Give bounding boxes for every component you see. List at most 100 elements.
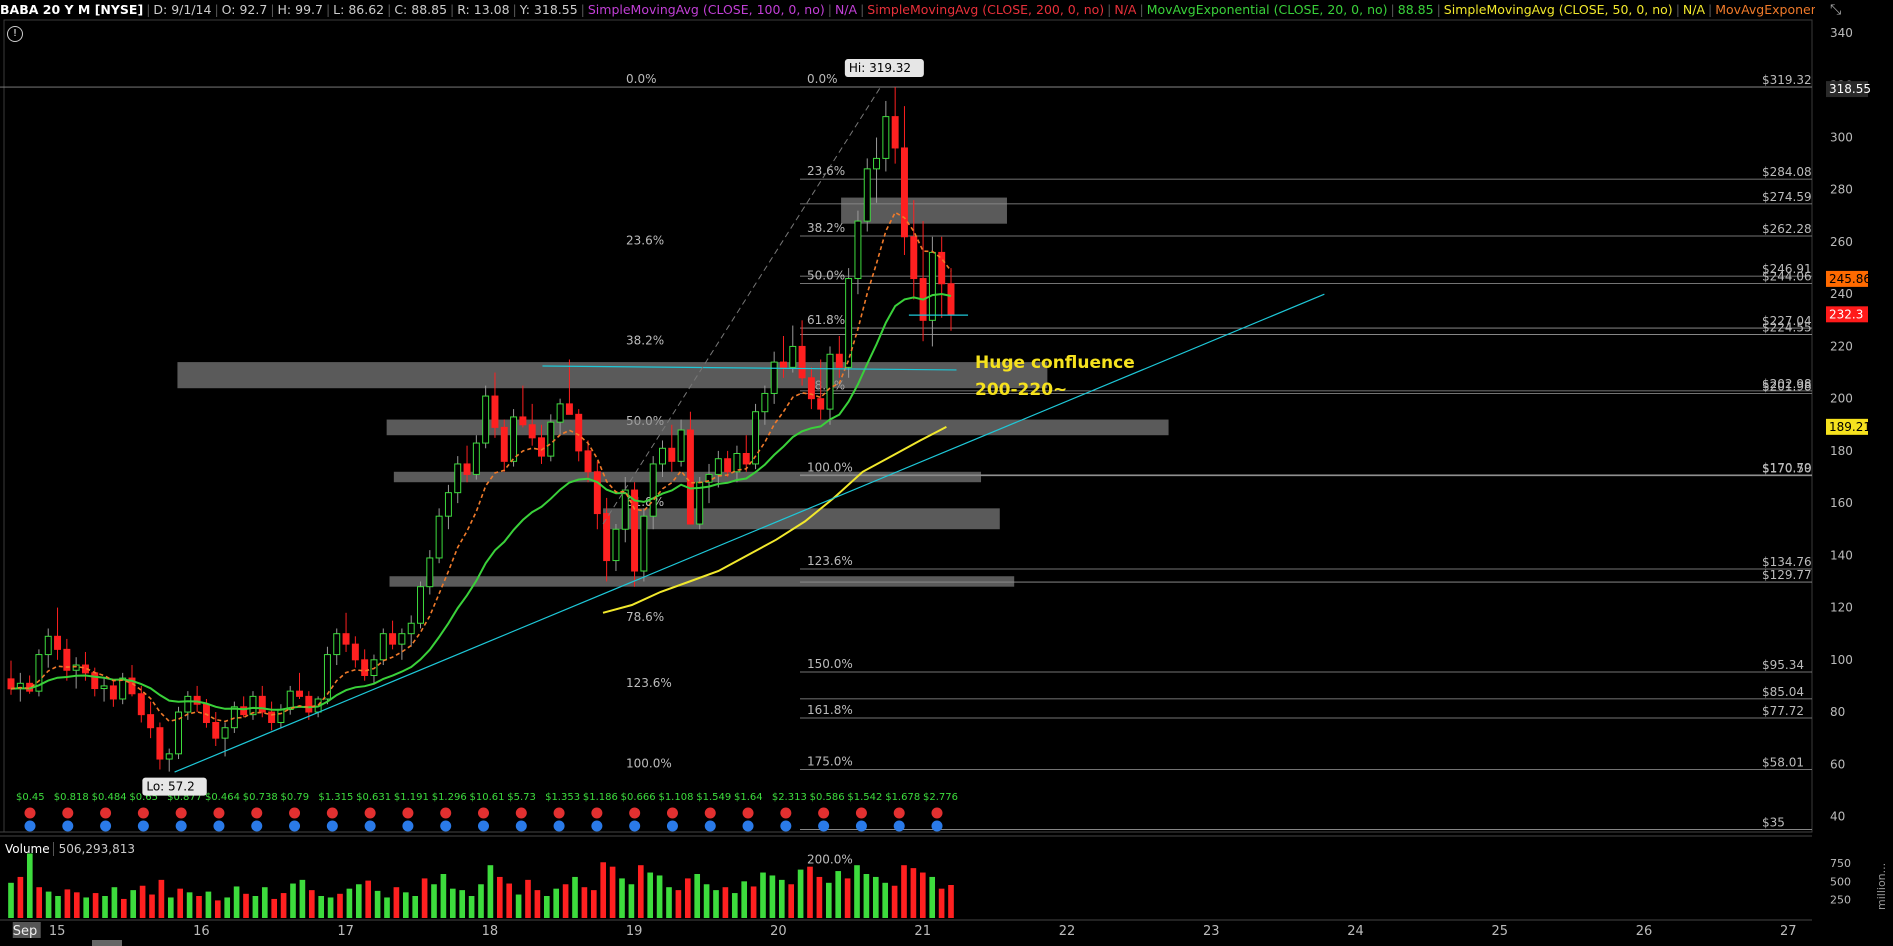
earnings-value: $0.464 (205, 792, 240, 803)
fib-mid-label: 200.0% (807, 852, 853, 866)
volume-bar (750, 886, 757, 918)
earnings-marker-icon (137, 807, 149, 819)
earnings-value: $0.79 (281, 792, 310, 803)
earnings-value: $10.61 (470, 792, 505, 803)
earnings-marker-icon (515, 807, 527, 819)
volume-value: 506,293,813 (52, 842, 135, 856)
candle-up (873, 157, 881, 170)
volume-bar (637, 865, 644, 918)
earnings-marker-icon (62, 807, 74, 819)
volume-bar (271, 898, 278, 918)
volume-label: Volume 506,293,813 (5, 842, 135, 856)
symbol-label[interactable]: BABA 20 Y M [NYSE] (0, 2, 143, 17)
volume-bar (365, 880, 372, 918)
study-label[interactable]: SimpleMovingAvg (CLOSE, 100, 0, no) (588, 2, 825, 17)
y-axis-tick: 160 (1830, 496, 1853, 510)
volume-bar (478, 884, 484, 918)
support-zone (177, 362, 1048, 389)
candle-down (631, 489, 639, 572)
volume-bar (459, 890, 466, 918)
dividend-marker-icon (591, 820, 603, 832)
volume-bar (73, 892, 80, 918)
study-label[interactable]: SimpleMovingAvg (CLOSE, 200, 0, no) (867, 2, 1104, 17)
x-axis-tick: 15 (49, 924, 66, 939)
annotation-line2: 200-220~ (975, 380, 1067, 400)
y-axis-tick: 120 (1830, 601, 1853, 615)
volume-bar (713, 890, 719, 918)
earnings-value: $1.186 (583, 792, 618, 803)
volume-bar (835, 871, 842, 918)
candle-up (165, 753, 173, 760)
volume-bar (261, 887, 268, 918)
volume-bar (149, 894, 155, 918)
volume-bar (64, 889, 71, 918)
earnings-marker-icon (931, 807, 943, 819)
fib-level-price: $77.72 (1762, 704, 1804, 718)
candle-down (565, 403, 573, 415)
fib-level-price: $201.98 (1762, 379, 1812, 393)
study-label[interactable]: SimpleMovingAvg (CLOSE, 50, 0, no) (1444, 2, 1673, 17)
y-axis-tick: 80 (1830, 705, 1845, 719)
fib-left-label: 123.6% (626, 676, 672, 690)
candle-up (659, 447, 666, 465)
y-axis-tick: 340 (1830, 26, 1853, 40)
volume-bar (120, 898, 127, 918)
volume-bar (196, 896, 202, 918)
earnings-marker-icon (818, 807, 830, 819)
volume-bar (233, 886, 240, 918)
volume-bar (675, 890, 682, 918)
volume-bar (393, 887, 400, 918)
fib-level-price: $85.04 (1762, 685, 1804, 699)
dividend-marker-icon (402, 820, 414, 832)
dividend-marker-icon (629, 820, 641, 832)
fib-level-price: $129.77 (1762, 568, 1812, 582)
volume-bar (891, 885, 898, 918)
candle-down (575, 413, 583, 452)
volume-bar (374, 890, 381, 918)
candle-up (454, 463, 462, 494)
candle-down (268, 711, 276, 723)
volume-bar (280, 893, 287, 918)
volume-bar (684, 878, 691, 918)
candle-up (277, 708, 285, 723)
volume-bar (694, 874, 701, 918)
fib-level-price: $58.01 (1762, 755, 1804, 769)
price-chart[interactable]: $319.32$284.08$274.59$262.28$246.91$244.… (0, 0, 1893, 946)
dividend-marker-icon (137, 820, 149, 832)
dividend-marker-icon (175, 820, 187, 832)
volume-bar (666, 887, 672, 918)
volume-bar (741, 881, 748, 918)
x-axis-tick: 23 (1203, 924, 1220, 939)
study-label[interactable]: MovAvgExponential (CLOSE, 8, 0, no) (1715, 2, 1815, 17)
volume-bar (83, 897, 90, 918)
fib-trend-line (602, 87, 881, 525)
earnings-value: $1.315 (318, 792, 353, 803)
volume-bar (543, 896, 550, 918)
collapse-icon[interactable]: ⤡ (1830, 2, 1842, 18)
candle-down (212, 721, 220, 739)
ema-20-line (10, 292, 952, 711)
study-label[interactable]: MovAvgExponential (CLOSE, 20, 0, no) (1147, 2, 1388, 17)
volume-bar (139, 885, 146, 918)
dividend-marker-icon (62, 820, 74, 832)
candle-up (426, 557, 434, 588)
candle-down (584, 450, 592, 473)
range-label: R: 13.08 (457, 2, 510, 17)
candle-down (519, 416, 527, 426)
earnings-value: $0.738 (243, 792, 278, 803)
fib-left-label: 38.2% (626, 334, 664, 348)
earnings-marker-icon (289, 807, 301, 819)
volume-axis-tick: 750 (1830, 857, 1851, 870)
info-icon[interactable]: ! (7, 26, 23, 42)
candle-up (407, 622, 415, 635)
volume-bar (788, 884, 795, 918)
volume-bar (346, 888, 353, 918)
dividend-marker-icon (780, 820, 792, 832)
volume-bar (130, 890, 137, 918)
earnings-value: $1.542 (847, 792, 882, 803)
candle-down (500, 426, 508, 462)
volume-bar (111, 887, 118, 918)
earnings-marker-icon (24, 807, 36, 819)
price-badge-value: 318.55 (1829, 82, 1871, 96)
earnings-value: $2.776 (923, 792, 958, 803)
